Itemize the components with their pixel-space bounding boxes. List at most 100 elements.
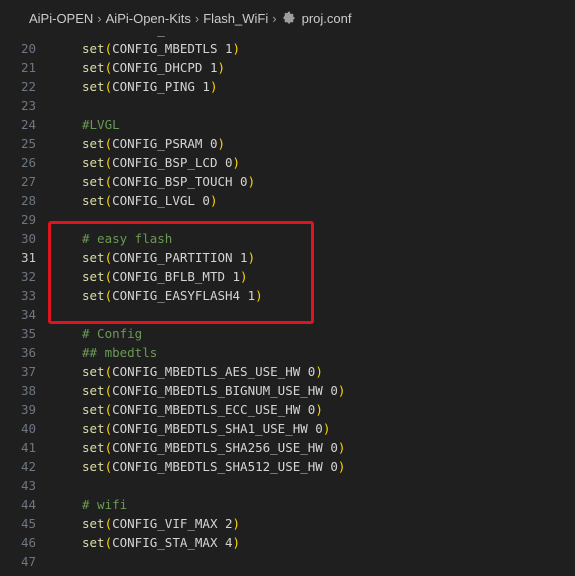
code-line[interactable]: 47 <box>0 552 575 571</box>
line-number: 20 <box>20 41 37 56</box>
code-editor[interactable]: 19set(CONFIG_RF 1)20set(CONFIG_MBEDTLS 1… <box>0 16 575 576</box>
code-line[interactable]: 33 set(CONFIG_EASYFLASH4 1) <box>0 286 575 305</box>
code-comment: #LVGL <box>82 117 120 132</box>
line-number: 22 <box>20 79 37 94</box>
code-text: set(CONFIG_BFLB_MTD 1) <box>82 267 248 286</box>
close-paren: ) <box>217 136 225 151</box>
breadcrumb-item-aipi-open[interactable]: AiPi-OPEN <box>29 11 93 26</box>
code-line[interactable]: 42 set(CONFIG_MBEDTLS_SHA512_USE_HW 0) <box>0 457 575 476</box>
line-number: 39 <box>20 402 37 417</box>
code-text: set(CONFIG_PARTITION 1) <box>82 248 255 267</box>
code-line[interactable]: 28 set(CONFIG_LVGL 0) <box>0 191 575 210</box>
breadcrumb-item-flash-wifi[interactable]: Flash_WiFi <box>203 11 268 26</box>
function-argument: CONFIG_MBEDTLS_SHA256_USE_HW 0 <box>112 440 338 455</box>
code-line[interactable]: 34 <box>0 305 575 324</box>
close-paren: ) <box>337 440 346 455</box>
line-number: 41 <box>20 440 37 455</box>
code-line[interactable]: 21 set(CONFIG_DHCPD 1) <box>0 58 575 77</box>
line-number: 28 <box>20 193 37 208</box>
function-name: set <box>82 364 105 379</box>
close-paren: ) <box>240 269 248 284</box>
code-line[interactable]: 41 set(CONFIG_MBEDTLS_SHA256_USE_HW 0) <box>0 438 575 457</box>
open-paren: ( <box>104 155 113 170</box>
code-text: set(CONFIG_STA_MAX 4) <box>82 533 240 552</box>
code-line[interactable]: 40 set(CONFIG_MBEDTLS_SHA1_USE_HW 0) <box>0 419 575 438</box>
open-paren: ( <box>104 288 113 303</box>
code-text: # wifi <box>82 495 127 514</box>
close-paren: ) <box>255 288 263 303</box>
close-paren: ) <box>337 459 346 474</box>
code-line[interactable]: 46 set(CONFIG_STA_MAX 4) <box>0 533 575 552</box>
function-name: set <box>82 174 105 189</box>
code-line[interactable]: 31 set(CONFIG_PARTITION 1) <box>0 248 575 267</box>
code-text: set(CONFIG_MBEDTLS_BIGNUM_USE_HW 0) <box>82 381 345 400</box>
function-name: set <box>82 288 105 303</box>
code-line[interactable]: 23 <box>0 96 575 115</box>
line-number: 43 <box>20 478 37 493</box>
close-paren: ) <box>315 364 323 379</box>
code-line[interactable]: 27 set(CONFIG_BSP_TOUCH 0) <box>0 172 575 191</box>
function-argument: CONFIG_MBEDTLS_SHA1_USE_HW 0 <box>112 421 323 436</box>
close-paren: ) <box>217 60 225 75</box>
function-argument: CONFIG_MBEDTLS_ECC_USE_HW 0 <box>112 402 316 417</box>
code-line[interactable]: 44 # wifi <box>0 495 575 514</box>
code-text: ## mbedtls <box>82 343 157 362</box>
function-name: set <box>82 155 105 170</box>
close-paren: ) <box>315 402 323 417</box>
open-paren: ( <box>104 364 113 379</box>
code-line[interactable]: 32 set(CONFIG_BFLB_MTD 1) <box>0 267 575 286</box>
code-comment: # wifi <box>82 497 128 512</box>
function-name: set <box>82 459 105 474</box>
function-name: set <box>82 79 105 94</box>
function-name: set <box>82 60 105 75</box>
line-number: 46 <box>20 535 37 550</box>
open-paren: ( <box>104 440 113 455</box>
close-paren: ) <box>337 383 346 398</box>
code-line[interactable]: 43 <box>0 476 575 495</box>
code-line[interactable]: 22 set(CONFIG_PING 1) <box>0 77 575 96</box>
code-text: set(CONFIG_LVGL 0) <box>82 191 217 210</box>
line-number: 36 <box>20 345 37 360</box>
code-text: set(CONFIG_MBEDTLS_AES_USE_HW 0) <box>82 362 323 381</box>
code-line[interactable]: 30 # easy flash <box>0 229 575 248</box>
code-line[interactable]: 24 #LVGL <box>0 115 575 134</box>
breadcrumb-item-aipi-open-kits[interactable]: AiPi-Open-Kits <box>106 11 191 26</box>
open-paren: ( <box>104 535 113 550</box>
code-line[interactable]: 36 ## mbedtls <box>0 343 575 362</box>
open-paren: ( <box>104 250 113 265</box>
line-number: 38 <box>20 383 37 398</box>
open-paren: ( <box>104 136 113 151</box>
function-argument: CONFIG_PARTITION 1 <box>112 250 248 265</box>
open-paren: ( <box>104 402 113 417</box>
open-paren: ( <box>104 421 113 436</box>
function-name: set <box>82 269 105 284</box>
open-paren: ( <box>104 41 113 56</box>
line-number: 32 <box>20 269 37 284</box>
code-line[interactable]: 45 set(CONFIG_VIF_MAX 2) <box>0 514 575 533</box>
function-argument: CONFIG_EASYFLASH4 1 <box>112 288 256 303</box>
chevron-right-icon: › <box>194 10 200 26</box>
code-text: #LVGL <box>82 115 120 134</box>
gear-icon <box>281 10 297 26</box>
close-paren: ) <box>209 193 218 208</box>
code-line[interactable]: 25 set(CONFIG_PSRAM 0) <box>0 134 575 153</box>
close-paren: ) <box>232 516 241 531</box>
function-argument: CONFIG_LVGL 0 <box>112 193 210 208</box>
breadcrumb: AiPi-OPEN › AiPi-Open-Kits › Flash_WiFi … <box>0 0 575 36</box>
line-number: 25 <box>20 136 37 151</box>
open-paren: ( <box>104 193 113 208</box>
code-line[interactable]: 37 set(CONFIG_MBEDTLS_AES_USE_HW 0) <box>0 362 575 381</box>
line-number: 23 <box>20 98 37 113</box>
code-line[interactable]: 38 set(CONFIG_MBEDTLS_BIGNUM_USE_HW 0) <box>0 381 575 400</box>
function-argument: CONFIG_STA_MAX 4 <box>112 535 233 550</box>
line-number: 44 <box>20 497 37 512</box>
code-line[interactable]: 29 <box>0 210 575 229</box>
code-line[interactable]: 39 set(CONFIG_MBEDTLS_ECC_USE_HW 0) <box>0 400 575 419</box>
breadcrumb-file-name[interactable]: proj.conf <box>302 11 352 26</box>
code-line[interactable]: 20 set(CONFIG_MBEDTLS 1) <box>0 39 575 58</box>
line-number: 26 <box>20 155 37 170</box>
code-line[interactable]: 26 set(CONFIG_BSP_LCD 0) <box>0 153 575 172</box>
function-argument: CONFIG_BSP_LCD 0 <box>112 155 233 170</box>
code-line[interactable]: 35 # Config <box>0 324 575 343</box>
line-number: 35 <box>20 326 37 341</box>
